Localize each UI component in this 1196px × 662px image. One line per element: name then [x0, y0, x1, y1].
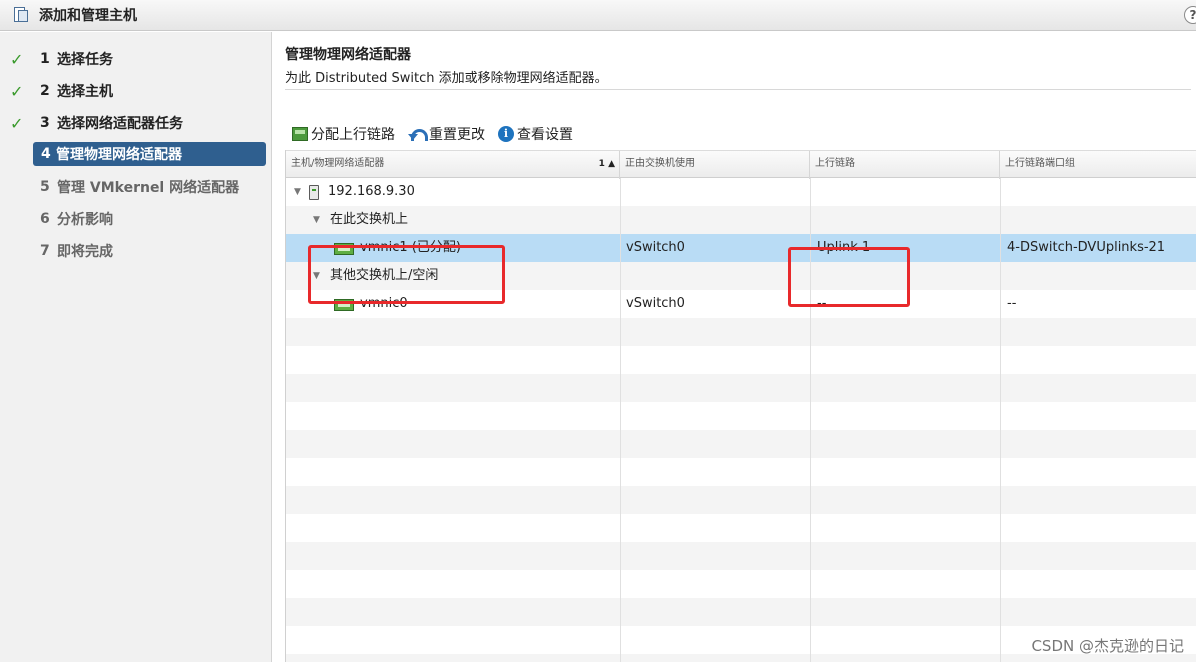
grid-header: 主机/物理网络适配器 1 ▲ 正由交换机使用 上行链路 上行链路端口组: [286, 150, 1196, 179]
page-description: 为此 Distributed Switch 添加或移除物理网络适配器。: [285, 71, 608, 86]
expand-toggle-icon[interactable]: ▼: [313, 206, 320, 234]
adapter-name: vmnic1 (已分配): [360, 240, 461, 255]
assign-uplink-button[interactable]: 分配上行链路: [292, 124, 395, 144]
table-row[interactable]: [286, 206, 1196, 234]
column-divider: [620, 178, 621, 662]
wizard-steps-sidebar: ✓ 1 选择任务 ✓ 2 选择主机 ✓ 3 选择网络适配器任务 4 管理物理网络…: [0, 32, 272, 662]
in-use-by-switch: vSwitch0: [626, 296, 685, 311]
window-titlebar: 添加和管理主机 ?: [0, 0, 1196, 31]
column-header-in-use-by[interactable]: 正由交换机使用: [620, 151, 810, 179]
empty-row: [286, 374, 1196, 402]
step-label: 管理 VMkernel 网络适配器: [57, 180, 240, 196]
adapter-toolbar: 分配上行链路 重置更改 i 查看设置: [292, 124, 586, 144]
expand-toggle-icon[interactable]: ▼: [294, 178, 301, 206]
step-manage-physical-adapters[interactable]: 4 管理物理网络适配器: [33, 142, 266, 166]
page-title: 管理物理网络适配器: [285, 47, 411, 63]
empty-row: [286, 430, 1196, 458]
column-header-uplink[interactable]: 上行链路: [810, 151, 1000, 179]
checkmark-icon: ✓: [10, 49, 24, 69]
empty-row: [286, 402, 1196, 430]
column-divider: [1000, 178, 1001, 662]
in-use-by-switch: vSwitch0: [626, 240, 685, 255]
table-row[interactable]: [286, 290, 1196, 318]
column-divider: [810, 178, 811, 662]
wizard-icon: [13, 6, 29, 24]
step-label: 管理物理网络适配器: [56, 147, 182, 163]
host-icon: [309, 185, 319, 200]
step-label: 选择任务: [57, 52, 113, 68]
uplink-icon: [292, 127, 308, 141]
step-label: 分析影响: [57, 212, 113, 228]
main-panel: 管理物理网络适配器 为此 Distributed Switch 添加或移除物理网…: [272, 32, 1196, 662]
reset-changes-button[interactable]: 重置更改: [408, 124, 485, 144]
checkmark-icon: ✓: [10, 113, 24, 133]
expand-toggle-icon[interactable]: ▼: [313, 262, 320, 290]
group-on-this-switch: 在此交换机上: [330, 212, 409, 227]
step-label: 选择网络适配器任务: [57, 116, 183, 132]
grid-rows: ▼ 192.168.9.30 ▼ 在此交换机上 vmnic1 (已分配) vSw…: [286, 178, 1196, 662]
nic-icon: [334, 299, 354, 311]
adapter-grid: 主机/物理网络适配器 1 ▲ 正由交换机使用 上行链路 上行链路端口组 ▼ 19…: [285, 150, 1196, 662]
column-header-uplink-portgroup[interactable]: 上行链路端口组: [1000, 151, 1196, 179]
uplink-portgroup: 4-DSwitch-DVUplinks-21: [1007, 240, 1166, 255]
uplink-portgroup: --: [1007, 296, 1017, 311]
empty-row: [286, 486, 1196, 514]
checkmark-icon: ✓: [10, 81, 24, 101]
empty-row: [286, 514, 1196, 542]
view-settings-button[interactable]: i 查看设置: [498, 124, 573, 144]
uplink-value: --: [817, 296, 827, 311]
info-icon: i: [498, 126, 514, 142]
empty-row: [286, 598, 1196, 626]
nic-icon: [334, 243, 354, 255]
table-row[interactable]: [286, 178, 1196, 206]
undo-icon: [408, 127, 428, 141]
host-name: 192.168.9.30: [328, 184, 415, 199]
uplink-value: Uplink 1: [817, 240, 871, 255]
sort-ascending-icon: 1 ▲: [598, 159, 615, 169]
column-header-adapter[interactable]: 主机/物理网络适配器 1 ▲: [286, 151, 620, 179]
empty-row: [286, 318, 1196, 346]
step-label: 选择主机: [57, 84, 113, 100]
help-icon[interactable]: ?: [1184, 6, 1196, 24]
empty-row: [286, 570, 1196, 598]
empty-row: [286, 458, 1196, 486]
window-title: 添加和管理主机: [39, 8, 137, 24]
adapter-name: vmnic0: [360, 296, 408, 311]
step-label: 即将完成: [57, 244, 113, 260]
empty-row: [286, 542, 1196, 570]
watermark: CSDN @杰克逊的日记: [1031, 637, 1184, 655]
empty-row: [286, 346, 1196, 374]
divider: [285, 89, 1191, 90]
group-other-or-free: 其他交换机上/空闲: [330, 268, 439, 283]
